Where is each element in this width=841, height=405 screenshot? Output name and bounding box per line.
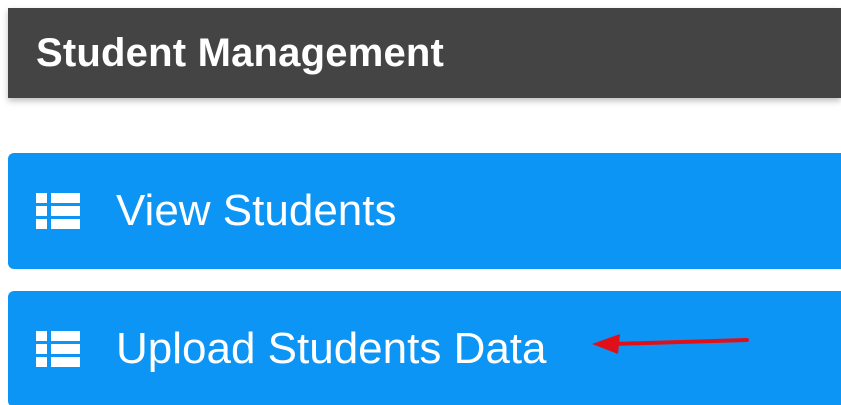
- upload-students-data-label: Upload Students Data: [116, 324, 547, 373]
- list-icon: [36, 331, 80, 367]
- page: Student Management View Students Upload …: [0, 0, 841, 405]
- view-students-button[interactable]: View Students: [8, 153, 841, 269]
- section-header: Student Management: [8, 8, 841, 98]
- view-students-label: View Students: [116, 186, 397, 235]
- section-title: Student Management: [36, 30, 445, 75]
- list-icon: [36, 193, 80, 229]
- annotation-arrow-icon: [592, 334, 749, 354]
